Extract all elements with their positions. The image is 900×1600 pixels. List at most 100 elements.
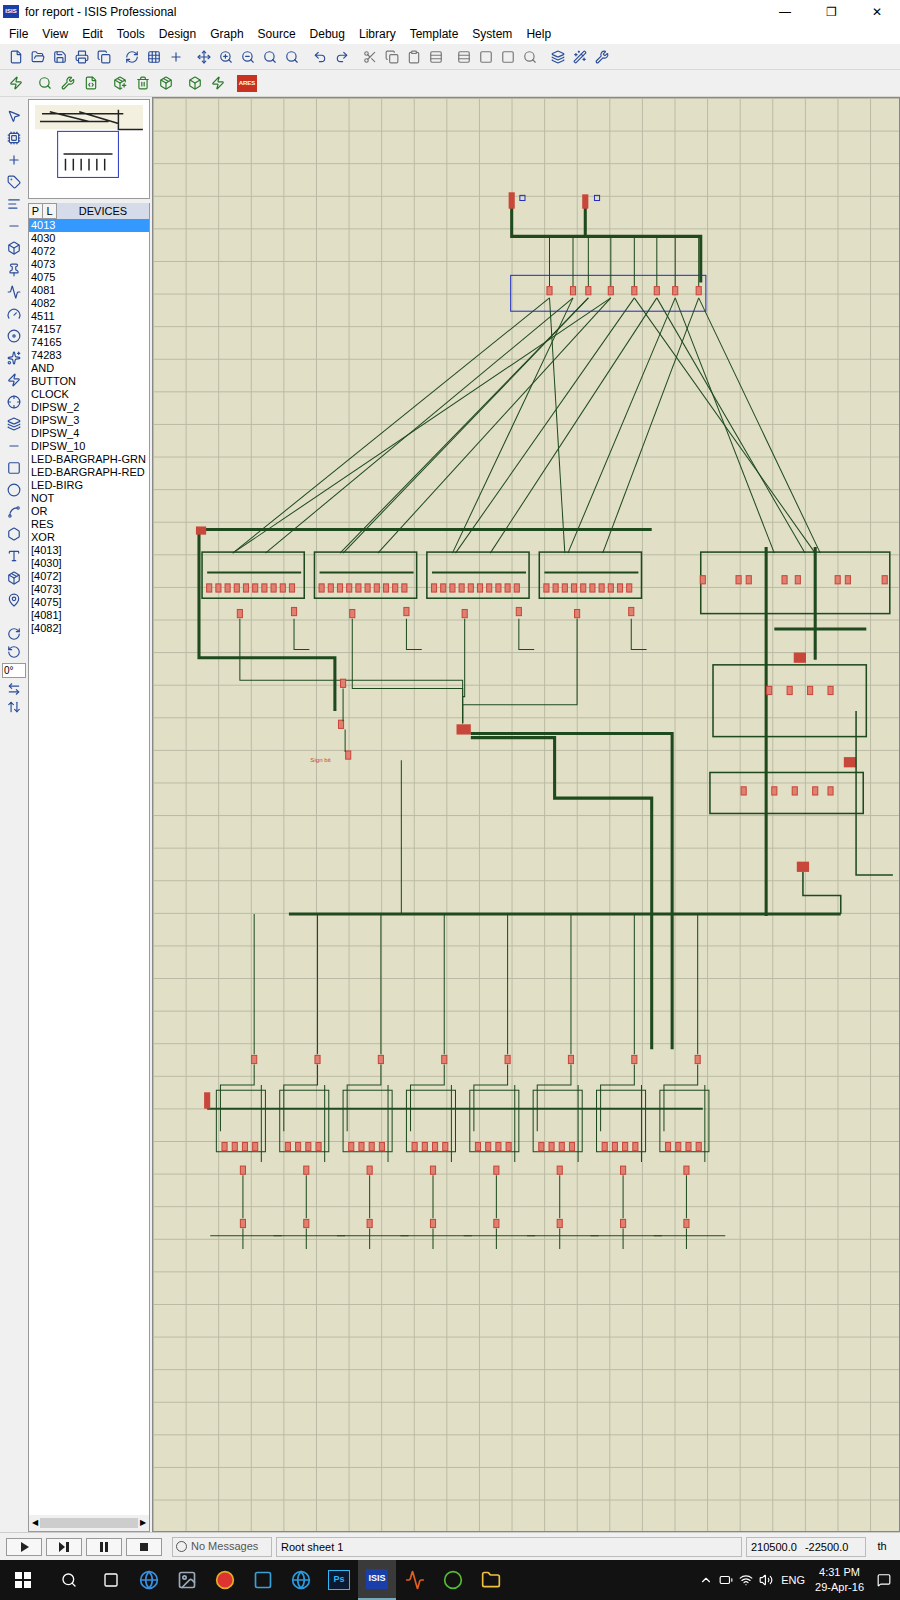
toolbar-button[interactable] — [185, 74, 204, 93]
component[interactable] — [787, 686, 792, 694]
component[interactable] — [792, 787, 797, 795]
mode-button[interactable] — [4, 217, 24, 235]
toolbar-button[interactable] — [310, 47, 329, 66]
mode-button[interactable] — [4, 349, 24, 367]
component[interactable] — [252, 1055, 257, 1063]
component[interactable] — [237, 609, 242, 617]
component[interactable] — [627, 584, 632, 592]
volume-icon[interactable] — [759, 1573, 773, 1587]
window-control[interactable]: ❐ — [808, 0, 854, 23]
menu-item[interactable]: Help — [519, 25, 558, 43]
component[interactable] — [253, 584, 258, 592]
component[interactable] — [404, 607, 409, 615]
component[interactable] — [514, 584, 519, 592]
component[interactable] — [684, 1219, 689, 1227]
component[interactable] — [516, 607, 521, 615]
toolbar-button[interactable] — [426, 47, 445, 66]
toolbar-button[interactable] — [282, 47, 301, 66]
device-item[interactable]: LED-BARGRAPH-GRN — [29, 453, 149, 466]
menu-item[interactable]: System — [465, 25, 519, 43]
mode-button[interactable] — [4, 393, 24, 411]
component[interactable] — [562, 584, 567, 592]
toolbar-button[interactable] — [94, 47, 113, 66]
device-item[interactable]: [4030] — [29, 557, 149, 570]
component[interactable] — [477, 584, 482, 592]
taskbar-app[interactable] — [244, 1570, 282, 1590]
component[interactable] — [422, 1143, 427, 1151]
component[interactable] — [412, 1143, 417, 1151]
component[interactable] — [506, 1143, 511, 1151]
device-item[interactable]: 4511 — [29, 310, 149, 323]
rotation-field[interactable]: 0° — [2, 663, 26, 678]
mode-button[interactable] — [4, 525, 24, 543]
taskbar-app[interactable] — [168, 1570, 206, 1590]
device-item[interactable]: RES — [29, 518, 149, 531]
mode-button[interactable] — [4, 371, 24, 389]
window-control[interactable]: — — [762, 0, 808, 23]
stop-button[interactable] — [126, 1538, 162, 1556]
component[interactable] — [379, 1143, 384, 1151]
taskbar-app[interactable] — [206, 1570, 244, 1590]
mode-button[interactable] — [4, 327, 24, 345]
component[interactable] — [356, 584, 361, 592]
device-item[interactable]: 74157 — [29, 323, 149, 336]
component[interactable] — [845, 576, 850, 584]
component[interactable] — [402, 584, 407, 592]
device-item[interactable]: 4082 — [29, 297, 149, 310]
component[interactable] — [487, 584, 492, 592]
pause-button[interactable] — [86, 1538, 122, 1556]
component[interactable] — [369, 1143, 374, 1151]
mode-button[interactable] — [4, 437, 24, 455]
component[interactable] — [289, 584, 294, 592]
device-item[interactable]: 4013 — [29, 219, 149, 232]
battery-icon[interactable] — [719, 1573, 733, 1587]
component[interactable] — [496, 1143, 501, 1151]
ares-button[interactable]: ARES — [237, 75, 257, 92]
menu-item[interactable]: Design — [152, 25, 203, 43]
component[interactable] — [234, 584, 239, 592]
component[interactable] — [767, 686, 772, 694]
toolbar-button[interactable] — [156, 74, 175, 93]
component[interactable] — [315, 1055, 320, 1063]
toolbar-button[interactable] — [6, 74, 25, 93]
flip-icon[interactable] — [7, 700, 21, 714]
component[interactable] — [795, 576, 800, 584]
play-button[interactable] — [6, 1538, 42, 1556]
component[interactable] — [304, 1166, 309, 1174]
component[interactable] — [431, 584, 436, 592]
mode-button[interactable] — [4, 459, 24, 477]
menu-item[interactable]: Library — [352, 25, 403, 43]
component[interactable] — [240, 1219, 245, 1227]
component[interactable] — [602, 1143, 607, 1151]
device-item[interactable]: DIPSW_3 — [29, 414, 149, 427]
component[interactable] — [304, 1219, 309, 1227]
component[interactable] — [306, 1143, 311, 1151]
component[interactable] — [673, 287, 678, 295]
device-item[interactable]: 4030 — [29, 232, 149, 245]
editing-canvas[interactable]: Sign bit — [152, 97, 900, 1532]
clock[interactable]: 4:31 PM29-Apr-16 — [815, 1565, 864, 1595]
component[interactable] — [505, 1055, 510, 1063]
menu-item[interactable]: Source — [251, 25, 303, 43]
toolbar-button[interactable] — [332, 47, 351, 66]
mode-button[interactable] — [4, 239, 24, 257]
component[interactable] — [623, 1143, 628, 1151]
toolbar-button[interactable] — [35, 74, 54, 93]
component[interactable] — [808, 686, 813, 694]
component[interactable] — [367, 1166, 372, 1174]
toolbar-button[interactable] — [382, 47, 401, 66]
mode-button[interactable] — [4, 591, 24, 609]
mode-button[interactable] — [4, 107, 24, 125]
device-item[interactable]: BUTTON — [29, 375, 149, 388]
device-item[interactable]: DIPSW_2 — [29, 401, 149, 414]
toolbar-button[interactable] — [360, 47, 379, 66]
selector-tab[interactable]: L — [43, 203, 57, 220]
component[interactable] — [813, 787, 818, 795]
device-item[interactable]: [4082] — [29, 622, 149, 635]
component[interactable] — [632, 287, 637, 295]
tray-chevron-icon[interactable] — [699, 1573, 713, 1587]
component[interactable] — [608, 287, 613, 295]
component[interactable] — [316, 1143, 321, 1151]
component[interactable] — [243, 584, 248, 592]
toolbar-button[interactable] — [81, 74, 100, 93]
